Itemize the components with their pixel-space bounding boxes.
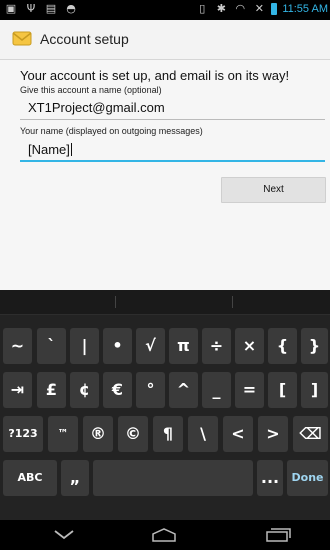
key-greater-than[interactable]: >: [258, 416, 288, 452]
wifi-icon: ◠: [235, 2, 246, 15]
key-multiply[interactable]: ×: [235, 328, 264, 364]
key-sqrt[interactable]: √: [136, 328, 165, 364]
soft-keyboard: ~ ` | • √ π ÷ × { } ⇥ £ ¢ € ° ^ _ = [ ] …: [0, 290, 330, 520]
screenshot-icon: ▣: [5, 2, 17, 15]
key-cent[interactable]: ¢: [70, 372, 99, 408]
key-abc[interactable]: ABC: [3, 460, 57, 496]
usb-icon: Ψ: [26, 2, 36, 15]
key-tab[interactable]: ⇥: [3, 372, 32, 408]
key-right-brace[interactable]: }: [301, 328, 328, 364]
key-left-brace[interactable]: {: [268, 328, 297, 364]
suggestion-divider: [232, 296, 233, 308]
vibrate-icon: ▯: [199, 2, 206, 15]
next-button[interactable]: Next: [221, 177, 326, 203]
key-low-quote[interactable]: „: [61, 460, 89, 496]
status-bar: ▣ Ψ ▤ ◓ ▯ ✱ ◠ ✕ 11:55 AM: [0, 0, 330, 20]
key-trademark[interactable]: ™: [48, 416, 78, 452]
key-caret[interactable]: ^: [169, 372, 198, 408]
account-setup-form: Your account is set up, and email is on …: [0, 60, 330, 290]
bluetooth-icon: ✱: [216, 2, 226, 15]
key-less-than[interactable]: <: [223, 416, 253, 452]
account-name-underline: [20, 119, 325, 120]
gamepad-icon: ◓: [66, 2, 76, 15]
back-icon[interactable]: [52, 528, 76, 542]
suggestion-strip[interactable]: [0, 290, 330, 315]
key-symbols-toggle[interactable]: ?123: [3, 416, 43, 452]
key-copyright[interactable]: ©: [118, 416, 148, 452]
key-space[interactable]: [93, 460, 253, 496]
key-ellipsis[interactable]: ...: [257, 460, 283, 496]
status-time: 11:55 AM: [282, 3, 328, 15]
account-name-label: Give this account a name (optional): [20, 85, 162, 95]
navigation-bar: [0, 520, 330, 550]
key-divide[interactable]: ÷: [202, 328, 231, 364]
key-left-bracket[interactable]: [: [268, 372, 297, 408]
key-backtick[interactable]: `: [37, 328, 66, 364]
system-icons: ▯ ✱ ◠ ✕ 11:55 AM: [195, 3, 328, 15]
backspace-icon[interactable]: ⌫: [293, 416, 328, 452]
sd-card-icon: ▤: [45, 2, 57, 15]
your-name-label: Your name (displayed on outgoing message…: [20, 126, 203, 136]
account-name-field[interactable]: XT1Project@gmail.com: [20, 100, 325, 120]
home-icon[interactable]: [150, 528, 178, 542]
suggestion-divider: [115, 296, 116, 308]
your-name-field[interactable]: [Name]: [20, 142, 325, 162]
key-pipe[interactable]: |: [70, 328, 99, 364]
text-cursor: [70, 143, 72, 156]
key-registered[interactable]: ®: [83, 416, 113, 452]
your-name-value: [Name]: [28, 142, 70, 157]
email-envelope-icon[interactable]: [12, 28, 32, 48]
key-tilde[interactable]: ~: [3, 328, 32, 364]
key-pound[interactable]: £: [37, 372, 66, 408]
key-equals[interactable]: =: [235, 372, 264, 408]
action-bar: Account setup: [0, 20, 330, 60]
action-bar-title: Account setup: [40, 31, 129, 47]
signal-off-icon: ✕: [254, 2, 264, 15]
recents-icon[interactable]: [264, 528, 292, 542]
notification-icons: ▣ Ψ ▤ ◓: [4, 3, 78, 15]
key-done[interactable]: Done: [287, 460, 328, 496]
account-name-value: XT1Project@gmail.com: [28, 100, 165, 115]
key-bullet[interactable]: •: [103, 328, 132, 364]
your-name-underline: [20, 160, 325, 162]
key-pi[interactable]: π: [169, 328, 198, 364]
key-right-bracket[interactable]: ]: [301, 372, 328, 408]
battery-icon: [271, 3, 278, 15]
key-underscore[interactable]: _: [202, 372, 231, 408]
key-degree[interactable]: °: [136, 372, 165, 408]
setup-headline: Your account is set up, and email is on …: [20, 68, 290, 83]
key-pilcrow[interactable]: ¶: [153, 416, 183, 452]
key-euro[interactable]: €: [103, 372, 132, 408]
key-backslash[interactable]: \: [188, 416, 218, 452]
